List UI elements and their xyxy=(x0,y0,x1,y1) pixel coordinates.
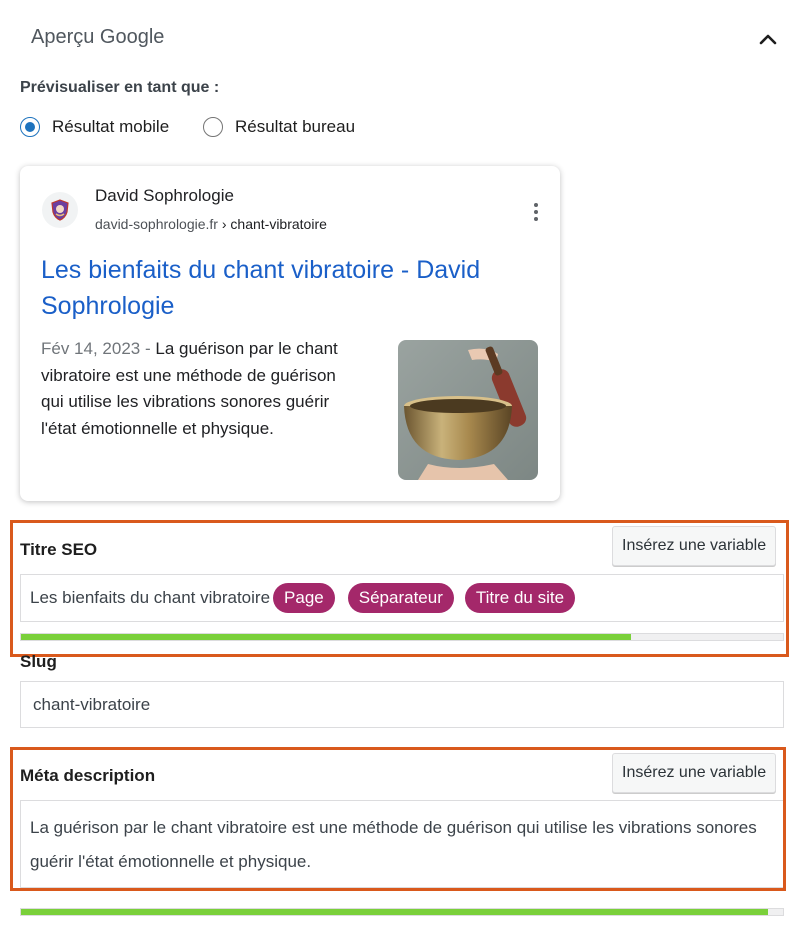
date-separator: - xyxy=(140,339,156,358)
seo-title-progress-bar xyxy=(20,633,784,641)
radio-button-checked[interactable] xyxy=(20,117,40,137)
meta-description-insert-variable-button[interactable]: Insérez une variable xyxy=(612,753,777,793)
result-title-link[interactable]: Les bienfaits du chant vibratoire - Davi… xyxy=(41,252,541,324)
more-vertical-icon[interactable] xyxy=(528,200,544,224)
section-title: Aperçu Google xyxy=(31,26,165,48)
result-date: Fév 14, 2023 xyxy=(41,339,141,358)
site-path: › chant-vibratoire xyxy=(217,216,327,232)
seo-title-progress-fill xyxy=(21,634,631,640)
google-preview-card: David Sophrologie david-sophrologie.fr ›… xyxy=(20,166,560,501)
radio-desktop-result[interactable]: Résultat bureau xyxy=(203,117,355,137)
meta-description-progress-fill xyxy=(21,909,768,915)
seo-title-label: Titre SEO xyxy=(20,540,98,559)
site-name: David Sophrologie xyxy=(95,186,234,205)
seo-title-insert-variable-button[interactable]: Insérez une variable xyxy=(612,526,777,566)
preview-as-label: Prévisualiser en tant que : xyxy=(20,79,220,96)
site-logo-icon xyxy=(51,199,69,221)
meta-description-progress-bar xyxy=(20,908,784,916)
site-url: david-sophrologie.fr › chant-vibratoire xyxy=(95,216,327,232)
seo-title-input[interactable]: Les bienfaits du chant vibratoire Page S… xyxy=(20,574,784,622)
site-domain: david-sophrologie.fr xyxy=(95,216,218,232)
collapse-button[interactable] xyxy=(754,28,782,50)
slug-label: Slug xyxy=(20,652,57,671)
radio-mobile-label: Résultat mobile xyxy=(52,117,170,136)
variable-tag-site-title[interactable]: Titre du site xyxy=(464,583,576,613)
meta-description-textarea[interactable]: La guérison par le chant vibratoire est … xyxy=(20,800,784,888)
meta-description-label: Méta description xyxy=(20,766,156,785)
radio-button-unchecked[interactable] xyxy=(203,117,223,137)
chevron-up-icon xyxy=(759,34,777,45)
result-thumbnail xyxy=(398,340,538,480)
radio-desktop-label: Résultat bureau xyxy=(235,117,356,136)
singing-bowl-image xyxy=(398,340,538,480)
variable-tag-separator[interactable]: Séparateur xyxy=(347,583,454,613)
variable-tag-page[interactable]: Page xyxy=(273,583,335,613)
site-favicon xyxy=(42,192,78,228)
slug-input[interactable]: chant-vibratoire xyxy=(20,681,784,728)
radio-mobile-result[interactable]: Résultat mobile xyxy=(20,117,169,137)
seo-title-text: Les bienfaits du chant vibratoire xyxy=(30,588,271,607)
result-snippet: Fév 14, 2023 - La guérison par le chant … xyxy=(41,336,361,442)
